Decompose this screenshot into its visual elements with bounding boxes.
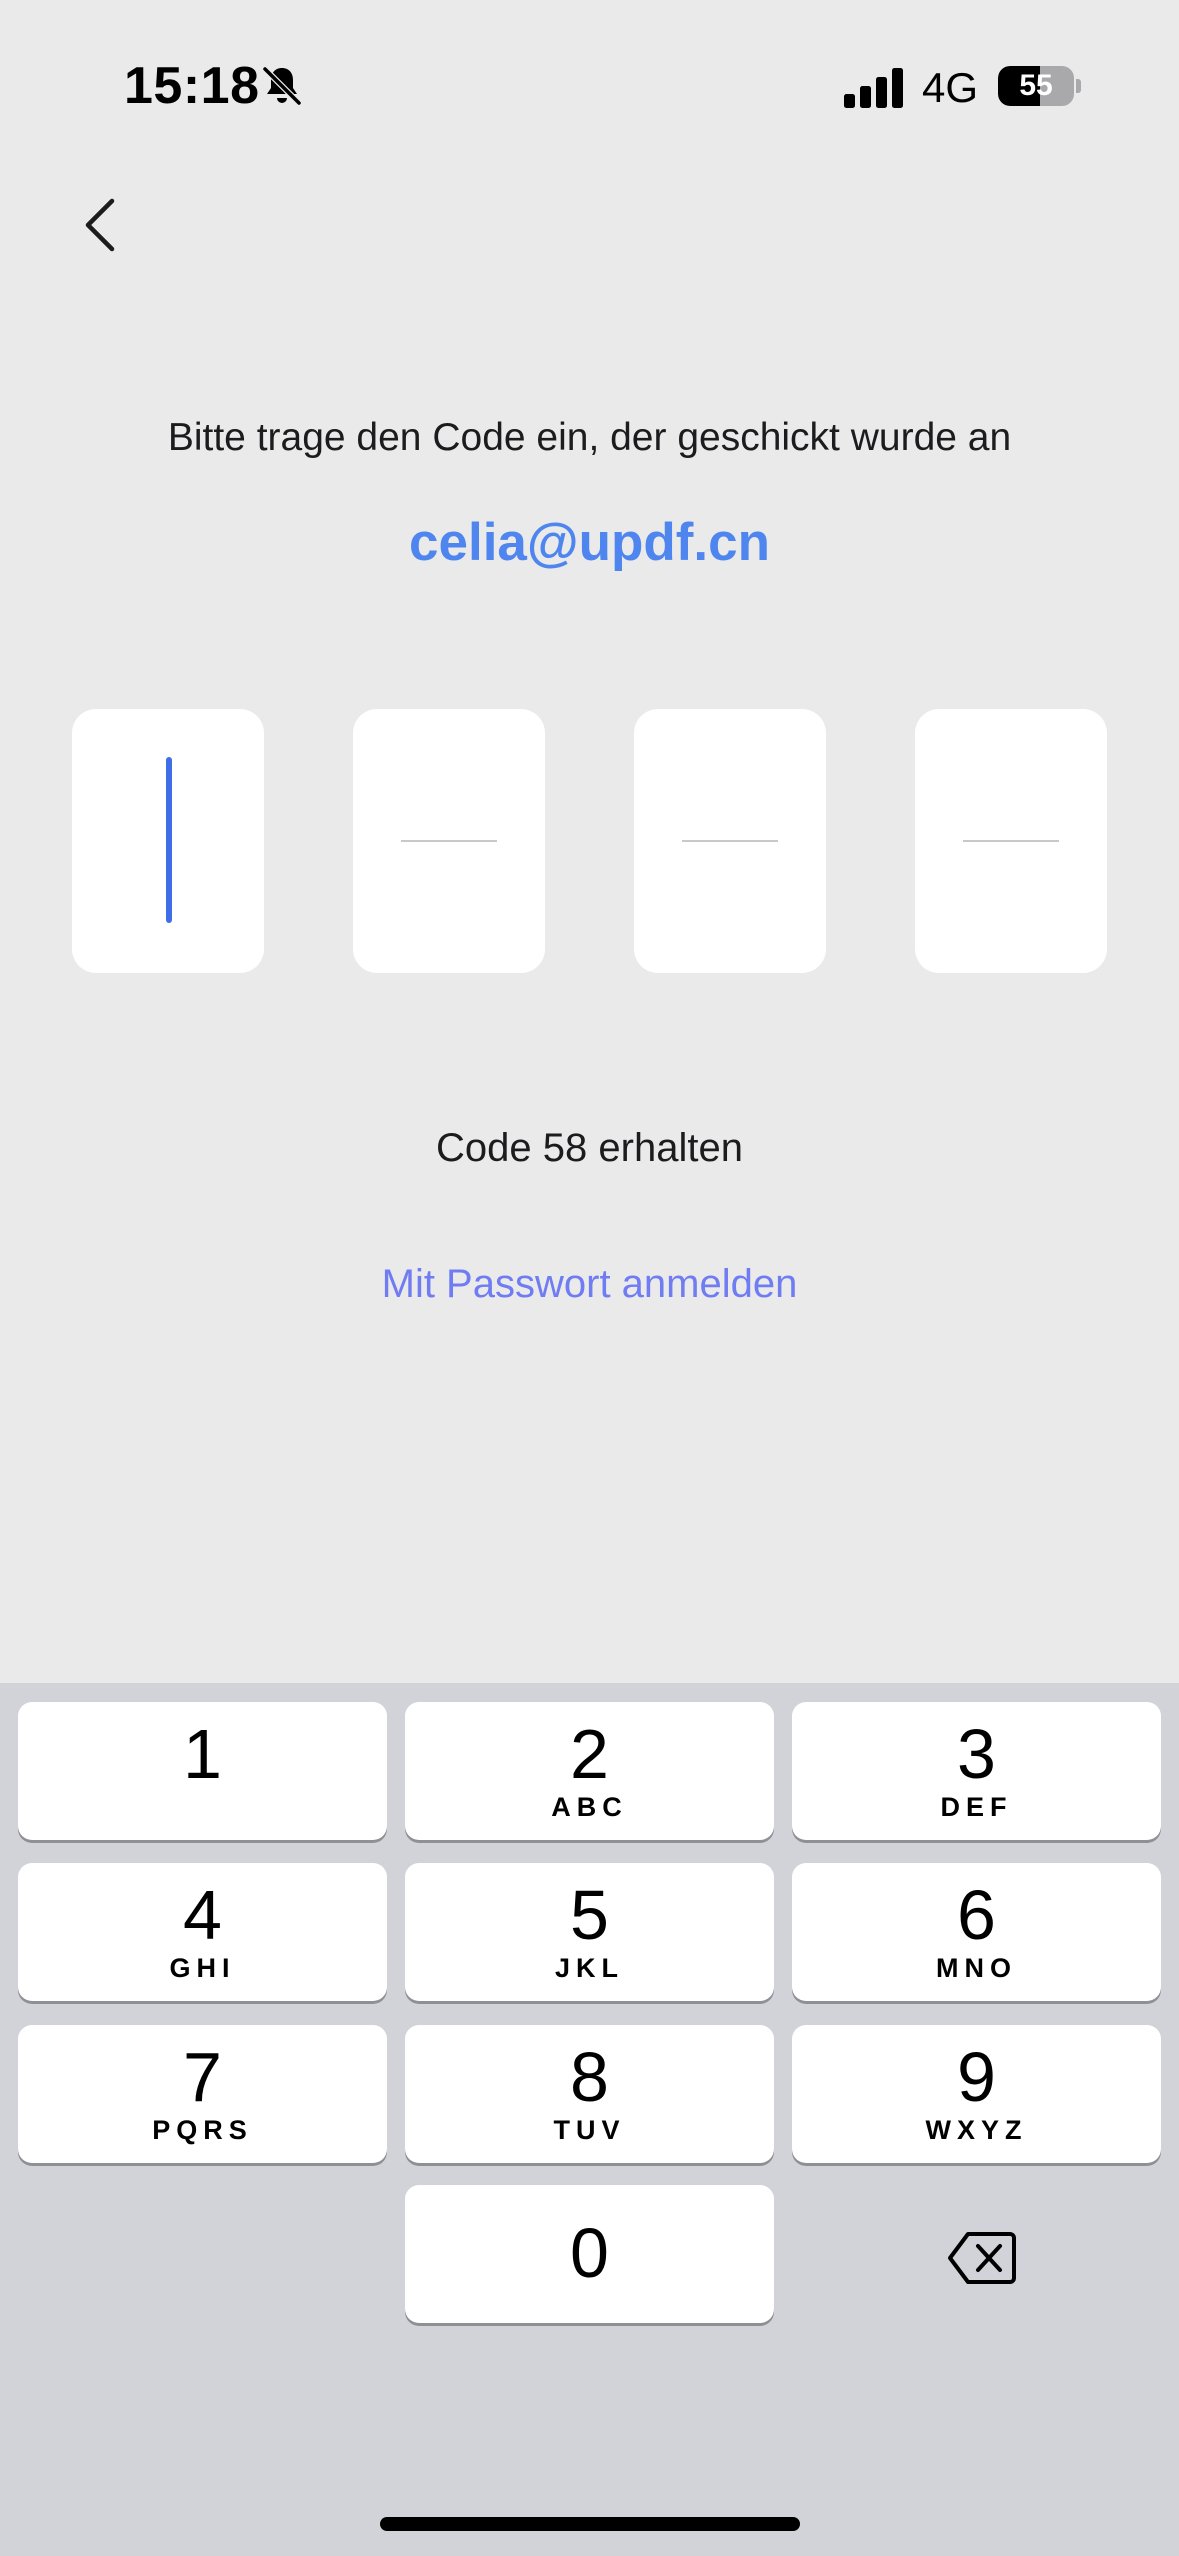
instruction-text: Bitte trage den Code ein, der geschickt … bbox=[167, 416, 1012, 459]
key-number: 6 bbox=[957, 1876, 996, 1954]
key-number: 9 bbox=[957, 2038, 996, 2116]
key-0[interactable]: 0 bbox=[405, 2185, 774, 2323]
key-letters: JKL bbox=[554, 1953, 624, 1983]
cellular-signal-icon bbox=[844, 68, 903, 108]
text-cursor bbox=[166, 757, 172, 923]
key-letters: GHI bbox=[169, 1953, 236, 1983]
digit-placeholder-line bbox=[963, 840, 1059, 842]
key-2[interactable]: 2 ABC bbox=[405, 1702, 774, 1840]
key-number: 5 bbox=[570, 1876, 609, 1954]
key-6[interactable]: 6 MNO bbox=[792, 1863, 1161, 2001]
back-button[interactable] bbox=[60, 180, 140, 270]
code-digit-3-input[interactable] bbox=[634, 709, 826, 973]
key-letters: DEF bbox=[940, 1792, 1013, 1822]
key-letters: TUV bbox=[553, 2115, 626, 2145]
key-1[interactable]: 1 bbox=[18, 1702, 387, 1840]
key-5[interactable]: 5 JKL bbox=[405, 1863, 774, 2001]
key-letters: ABC bbox=[551, 1792, 628, 1822]
code-digit-4-input[interactable] bbox=[915, 709, 1107, 973]
digit-placeholder-line bbox=[401, 840, 497, 842]
battery-cap bbox=[1076, 79, 1081, 93]
password-login-link[interactable]: Mit Passwort anmelden bbox=[300, 1252, 879, 1316]
key-3[interactable]: 3 DEF bbox=[792, 1702, 1161, 1840]
battery-level: 55 bbox=[1019, 69, 1053, 102]
key-number: 1 bbox=[183, 1715, 222, 1793]
digit-placeholder-line bbox=[682, 840, 778, 842]
key-8[interactable]: 8 TUV bbox=[405, 2025, 774, 2163]
key-letters: WXYZ bbox=[925, 2115, 1028, 2145]
bell-slash-icon bbox=[262, 66, 302, 106]
home-indicator[interactable] bbox=[380, 2517, 800, 2531]
key-letters: MNO bbox=[936, 1953, 1017, 1983]
delete-key[interactable] bbox=[930, 2213, 1034, 2303]
login-code-screen: 15:18 4G 55 Bitte trage den Code ein, de… bbox=[0, 0, 1179, 2556]
backspace-icon bbox=[948, 2232, 1016, 2284]
code-digit-2-input[interactable] bbox=[353, 709, 545, 973]
resend-countdown: Code 58 erhalten bbox=[436, 1126, 743, 1170]
key-number: 4 bbox=[183, 1876, 222, 1954]
network-type: 4G bbox=[922, 64, 979, 111]
key-9[interactable]: 9 WXYZ bbox=[792, 2025, 1161, 2163]
key-letters: PQRS bbox=[152, 2115, 253, 2145]
battery-body: 55 bbox=[998, 66, 1074, 106]
chevron-left-icon bbox=[85, 198, 115, 252]
numeric-keypad: 1 2 ABC 3 DEF 4 GHI 5 JKL 6 MNO 7 PQRS 8 bbox=[0, 1683, 1179, 2556]
code-digit-1-input[interactable] bbox=[72, 709, 264, 973]
status-bar: 15:18 4G 55 bbox=[0, 0, 1179, 170]
key-number: 3 bbox=[957, 1715, 996, 1793]
key-number: 0 bbox=[570, 2214, 609, 2292]
status-time: 15:18 bbox=[124, 57, 260, 115]
key-4[interactable]: 4 GHI bbox=[18, 1863, 387, 2001]
key-7[interactable]: 7 PQRS bbox=[18, 2025, 387, 2163]
key-number: 8 bbox=[570, 2038, 609, 2116]
key-number: 2 bbox=[570, 1715, 609, 1793]
key-number: 7 bbox=[183, 2038, 222, 2116]
battery-icon: 55 bbox=[998, 66, 1081, 106]
recipient-email: celia@updf.cn bbox=[409, 513, 770, 572]
